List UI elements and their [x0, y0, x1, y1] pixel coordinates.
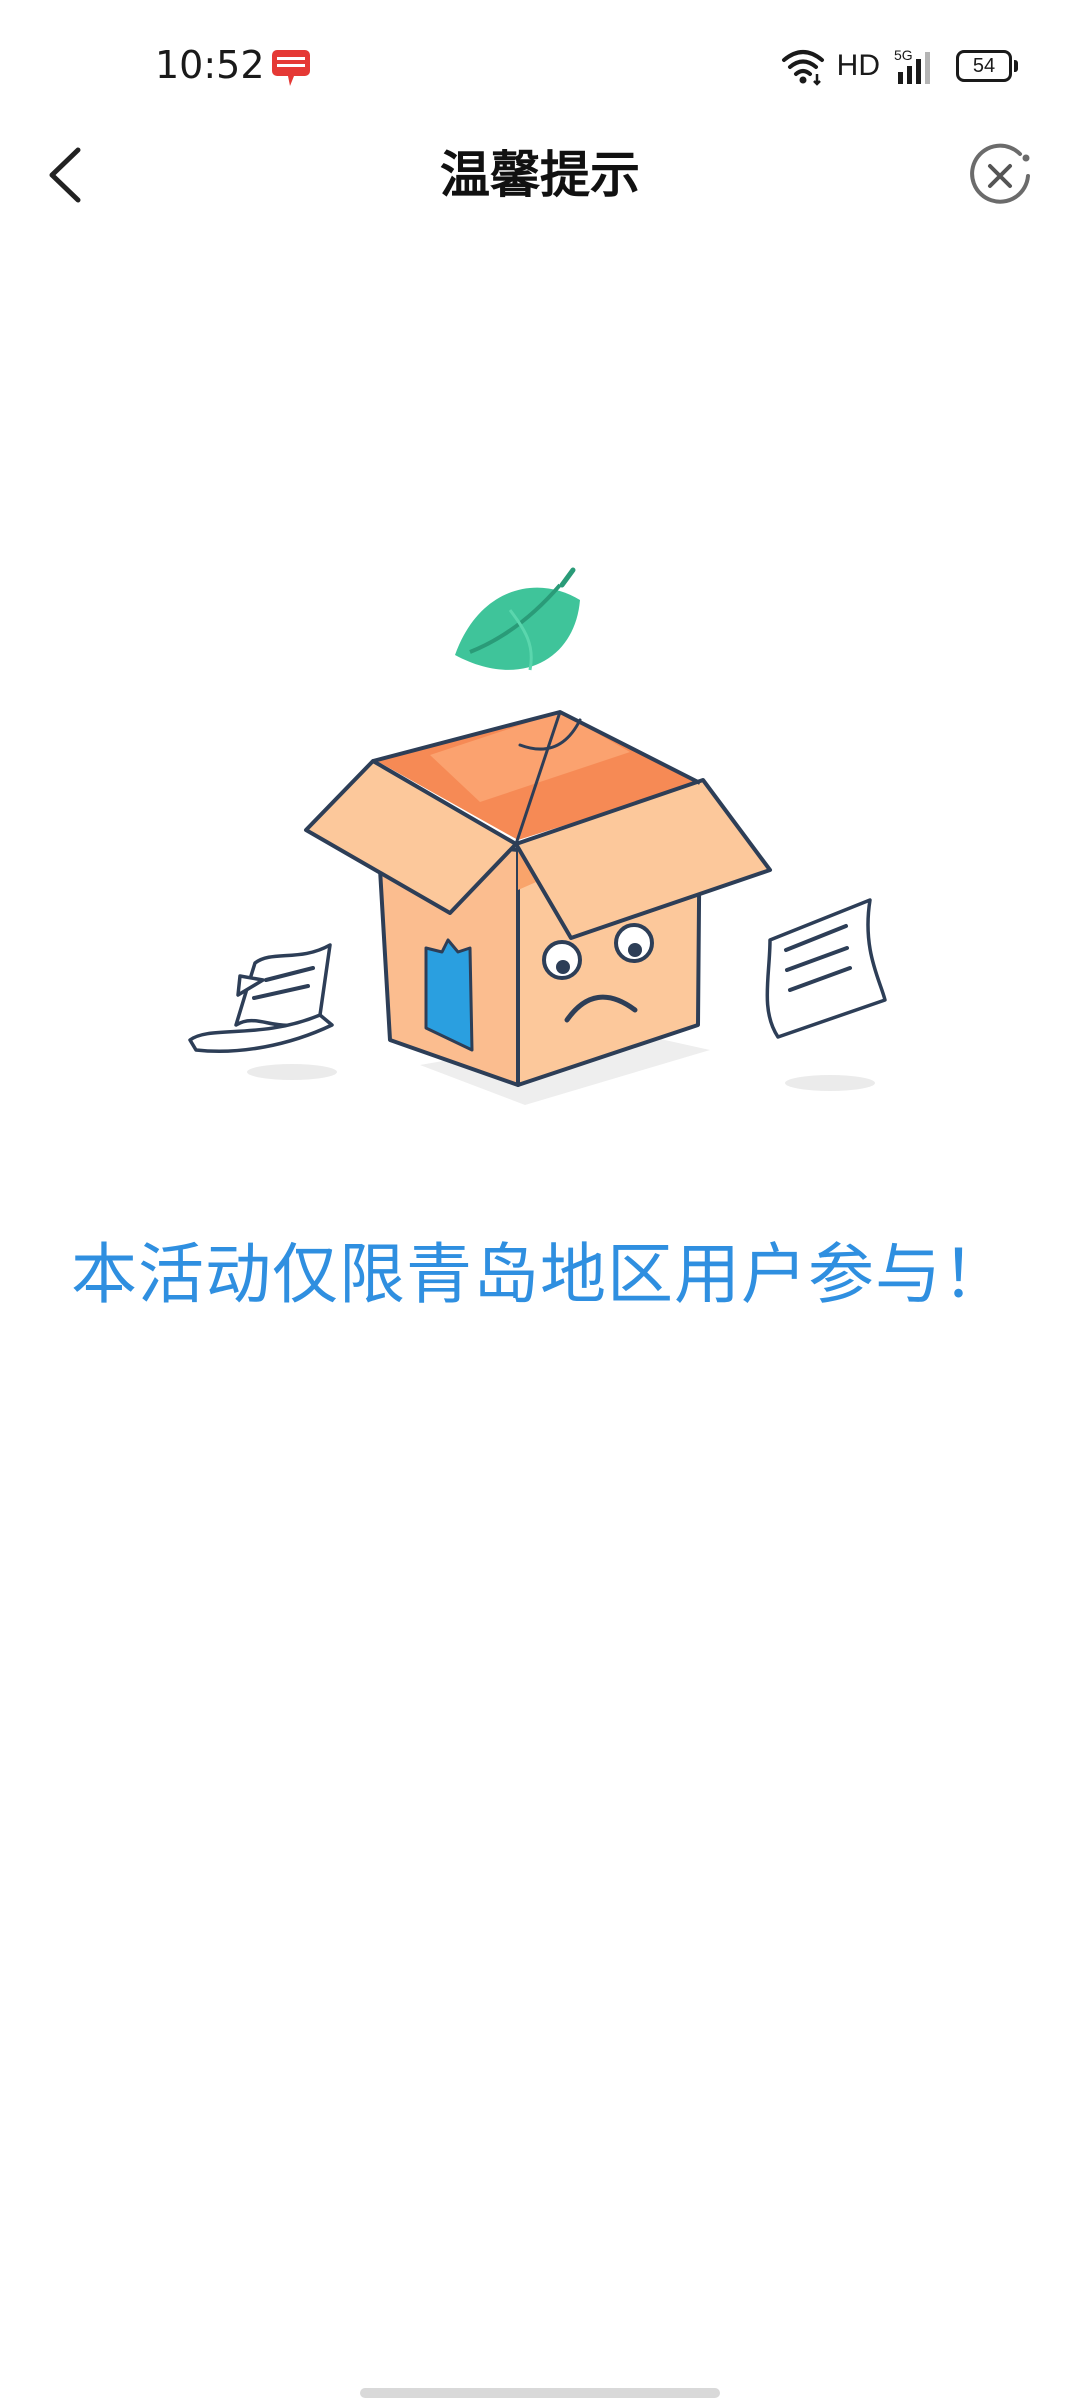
status-time: 10:52 — [155, 43, 265, 87]
network-gen-label: 5G — [894, 47, 913, 63]
leaf-icon — [455, 567, 580, 671]
paper-right-icon — [765, 898, 887, 1039]
network-label: HD — [836, 49, 880, 82]
nav-bar: 温馨提示 — [0, 120, 1080, 230]
page-title: 温馨提示 — [440, 146, 640, 204]
status-icons: HD 5G 54 — [781, 44, 1018, 88]
close-circle-icon[interactable] — [964, 140, 1036, 212]
wifi-icon — [781, 50, 824, 86]
signal-icon: 5G — [894, 47, 930, 84]
app-notification-icon — [272, 50, 310, 86]
empty-box-sad-face-illustration — [188, 567, 887, 1105]
paper-left-icon — [188, 943, 334, 1054]
battery-level: 54 — [972, 54, 996, 77]
home-indicator[interactable] — [360, 2388, 720, 2398]
status-bar: 10:52 HD 5G 54 — [0, 0, 1080, 120]
battery-icon: 54 — [956, 50, 1018, 82]
region-restriction-notice: 本活动仅限青岛地区用户参与！ — [71, 1236, 1009, 1313]
